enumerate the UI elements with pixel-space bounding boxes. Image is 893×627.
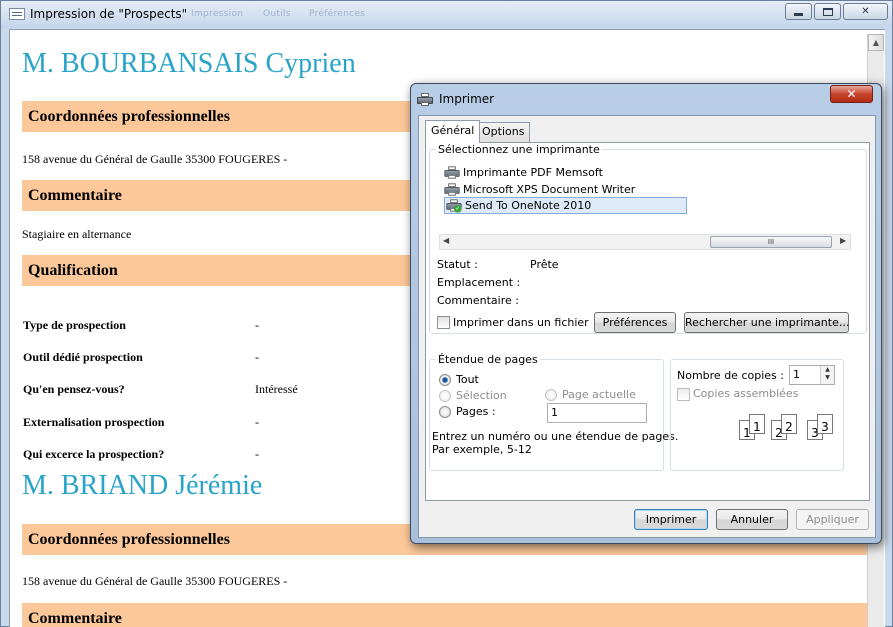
- ghost-menu-item: Impression: [191, 9, 244, 19]
- printer-icon: [444, 166, 460, 179]
- radio-all[interactable]: [439, 374, 451, 386]
- dialog-title: Imprimer: [439, 92, 495, 106]
- comment-label: Commentaire :: [437, 294, 519, 307]
- printer-list-scrollbar[interactable]: ◀ III ▶: [439, 234, 851, 250]
- preferences-button[interactable]: Préférences: [594, 312, 676, 333]
- close-button[interactable]: ✕: [843, 3, 888, 20]
- collate-page-icon: 3: [817, 414, 833, 434]
- cancel-button[interactable]: Annuler: [716, 509, 788, 530]
- collate-page-icon: 1: [749, 414, 765, 434]
- close-icon: ✕: [861, 6, 870, 17]
- radio-current-page[interactable]: [545, 389, 557, 401]
- location-label: Emplacement :: [437, 276, 521, 289]
- scroll-right-icon[interactable]: ▶: [840, 236, 846, 245]
- radio-pages[interactable]: [439, 406, 451, 418]
- scroll-up-icon[interactable]: ▲: [868, 34, 884, 51]
- address-text: 158 avenue du Général de Gaulle 35300 FO…: [22, 574, 288, 588]
- radio-pages-label: Pages :: [456, 405, 496, 418]
- pages-input[interactable]: 1: [547, 403, 647, 423]
- collate-label: Copies assemblées: [693, 387, 799, 400]
- radio-all-label: Tout: [456, 373, 479, 386]
- status-value: Prête: [530, 258, 559, 271]
- maximize-button[interactable]: [814, 3, 841, 20]
- close-icon: ✕: [846, 87, 857, 101]
- section-commentaire: Commentaire: [22, 603, 868, 627]
- printer-default-icon: ✓: [446, 199, 462, 213]
- dialog-body: Général Options Sélectionnez une imprima…: [418, 115, 876, 538]
- radio-current-page-label: Page actuelle: [562, 388, 636, 401]
- minimize-button[interactable]: [785, 3, 812, 20]
- print-to-file-label: Imprimer dans un fichier: [453, 316, 589, 329]
- dialog-close-button[interactable]: ✕: [830, 85, 873, 103]
- scroll-left-icon[interactable]: ◀: [443, 236, 449, 245]
- qualification-value: -: [255, 318, 259, 332]
- printer-item-selected[interactable]: ✓ Send To OneNote 2010: [444, 197, 687, 214]
- status-label: Statut :: [437, 258, 478, 271]
- printer-item[interactable]: Microsoft XPS Document Writer: [444, 181, 635, 198]
- general-tab-panel: Sélectionnez une imprimante Imprimante P…: [425, 142, 870, 501]
- apply-button[interactable]: Appliquer: [796, 509, 869, 530]
- print-dialog: Imprimer ✕ Général Options Sélectionnez …: [410, 83, 882, 544]
- window-icon: [9, 8, 25, 20]
- range-hint-line1: Entrez un numéro ou une étendue de pages…: [432, 430, 679, 443]
- copies-stepper[interactable]: ▲ ▼: [820, 366, 834, 384]
- minimize-icon: [794, 13, 803, 16]
- find-printer-button[interactable]: Rechercher une imprimante...: [684, 312, 849, 333]
- qualification-value: -: [255, 415, 259, 429]
- page-range-label: Étendue de pages: [436, 353, 540, 366]
- person-name: M. BOURBANSAIS Cyprien: [22, 48, 356, 79]
- title-bar: Impression de "Prospects" Impression Out…: [1, 1, 892, 28]
- qualification-value: -: [255, 447, 259, 461]
- person-name: M. BRIAND Jérémie: [22, 470, 263, 501]
- printer-icon: [444, 183, 460, 196]
- tab-options[interactable]: Options: [476, 122, 531, 142]
- qualification-label: Qui excerce la prospection?: [23, 447, 165, 461]
- qualification-value: -: [255, 350, 259, 364]
- radio-selection-label: Sélection: [456, 389, 507, 402]
- printer-name: Send To OneNote 2010: [465, 199, 592, 212]
- printer-group-label: Sélectionnez une imprimante: [436, 143, 602, 156]
- printer-selection-group: Sélectionnez une imprimante Imprimante P…: [429, 143, 867, 334]
- qualification-value: Intéressé: [255, 382, 298, 396]
- qualification-label: Externalisation prospection: [23, 415, 165, 429]
- radio-selection[interactable]: [439, 390, 451, 402]
- scroll-thumb[interactable]: III: [710, 236, 832, 248]
- qualification-label: Type de prospection: [23, 318, 126, 332]
- printer-name: Microsoft XPS Document Writer: [463, 183, 636, 196]
- printer-item[interactable]: Imprimante PDF Memsoft: [444, 164, 603, 181]
- address-text: 158 avenue du Général de Gaulle 35300 FO…: [22, 152, 288, 166]
- tab-general[interactable]: Général: [425, 120, 481, 143]
- printer-name: Imprimante PDF Memsoft: [463, 166, 603, 179]
- page-range-group: Étendue de pages Tout Sélection Page act…: [429, 353, 678, 471]
- print-button[interactable]: Imprimer: [634, 509, 708, 530]
- ghost-menu-item: Préférences: [309, 9, 366, 19]
- comment-text: Stagiaire en alternance: [22, 227, 132, 241]
- qualification-label: Qu'en pensez-vous?: [23, 382, 125, 396]
- printer-icon: [417, 91, 433, 106]
- copies-label: Nombre de copies :: [677, 369, 784, 382]
- print-to-file-checkbox[interactable]: [437, 316, 450, 329]
- copies-group: Nombre de copies : 1 ▲ ▼ Copies assemblée…: [670, 359, 844, 471]
- qualification-label: Outil dédié prospection: [23, 350, 143, 364]
- collate-checkbox[interactable]: [677, 388, 690, 401]
- maximize-icon: [822, 7, 833, 16]
- collate-page-icon: 2: [781, 414, 797, 434]
- window-title: Impression de "Prospects": [30, 7, 188, 21]
- range-hint-line2: Par exemple, 5-12: [432, 443, 532, 456]
- ghost-menu-item: Outils: [263, 9, 291, 19]
